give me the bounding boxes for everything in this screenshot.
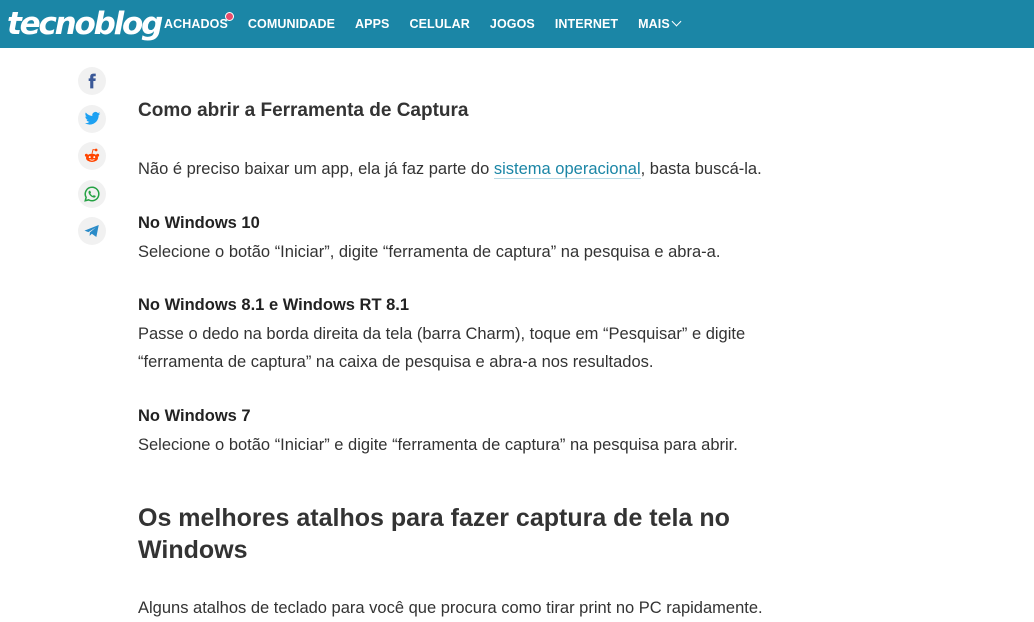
windows-81-heading: No Windows 8.1 e Windows RT 8.1 <box>138 296 410 314</box>
intro-text-end: , basta buscá-la. <box>640 160 762 178</box>
twitter-icon <box>84 112 100 125</box>
nav-label: ACHADOS <box>164 17 228 31</box>
windows-81-text-line2: “ferramenta de captura” na caixa de pesq… <box>138 353 654 371</box>
windows-10-text: Selecione o botão “Iniciar”, digite “fer… <box>138 243 721 261</box>
shortcuts-heading-line2: Windows <box>138 536 248 564</box>
reddit-icon <box>84 148 100 162</box>
windows-10-heading: No Windows 10 <box>138 214 260 232</box>
nav-item-jogos[interactable]: JOGOS <box>490 17 535 31</box>
section-heading: Como abrir a Ferramenta de Captura <box>138 100 469 121</box>
windows-81-text-line1: Passe o dedo na borda direita da tela (b… <box>138 325 746 343</box>
share-telegram-button[interactable] <box>78 217 106 245</box>
nav-item-celular[interactable]: CELULAR <box>409 17 469 31</box>
shortcuts-heading: Os melhores atalhos para fazer captura d… <box>138 502 838 566</box>
nav-label: MAIS <box>638 17 670 31</box>
notification-badge <box>224 12 234 21</box>
nav-item-comunidade[interactable]: COMUNIDADE <box>248 17 335 31</box>
share-twitter-button[interactable] <box>78 104 106 133</box>
whatsapp-icon <box>84 185 100 202</box>
share-whatsapp-button[interactable] <box>78 179 106 208</box>
share-bar <box>78 67 106 255</box>
shortcuts-intro: Alguns atalhos de teclado para você que … <box>138 599 763 617</box>
intro-paragraph: Não é preciso baixar um app, ela já faz … <box>138 155 838 183</box>
nav-item-apps[interactable]: APPS <box>355 17 389 31</box>
sistema-operacional-link[interactable]: sistema operacional <box>493 160 641 179</box>
shortcuts-heading-line1: Os melhores atalhos para fazer captura d… <box>138 504 730 532</box>
chevron-down-icon <box>671 16 682 27</box>
share-facebook-button[interactable] <box>78 67 106 95</box>
site-logo[interactable]: tecnoblog <box>7 2 163 46</box>
nav-item-achados[interactable]: ACHADOS <box>164 12 234 31</box>
nav-item-internet[interactable]: INTERNET <box>555 17 618 31</box>
windows-7-text: Selecione o botão “Iniciar” e digite “fe… <box>138 436 738 454</box>
main-nav: ACHADOS COMUNIDADE APPS CELULAR JOGOS IN… <box>164 0 700 48</box>
nav-item-mais[interactable]: MAIS <box>638 16 682 31</box>
top-navbar: tecnoblog ACHADOS COMUNIDADE APPS CELULA… <box>0 0 1034 48</box>
facebook-icon <box>88 73 96 89</box>
intro-text: Não é preciso baixar um app, ela já faz … <box>138 160 494 178</box>
share-reddit-button[interactable] <box>78 142 106 170</box>
windows-7-heading: No Windows 7 <box>138 407 251 425</box>
telegram-icon <box>84 225 99 237</box>
